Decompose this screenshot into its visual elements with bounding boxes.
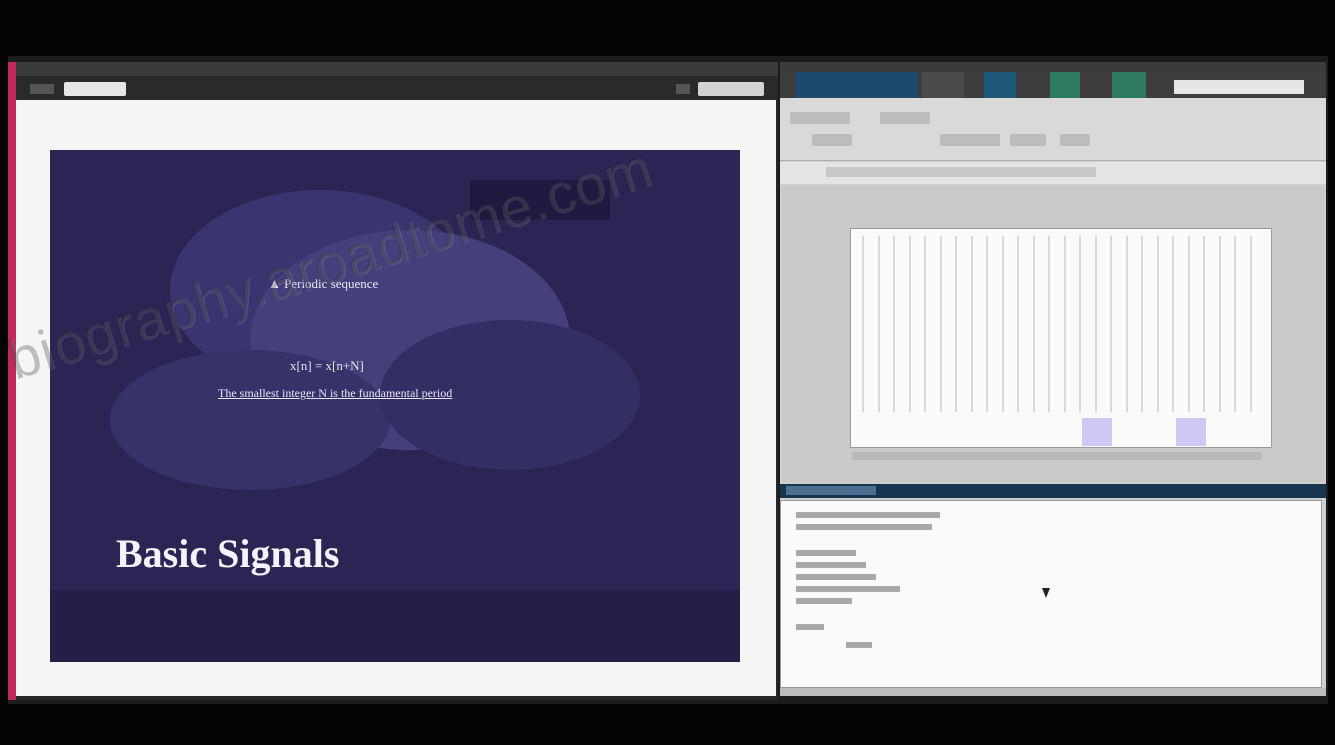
command-output-line (796, 512, 940, 518)
stem-line (1094, 236, 1097, 412)
slide-decoration (50, 590, 740, 662)
stem-line (1218, 236, 1221, 412)
plot-area (850, 228, 1272, 448)
presentation-toolbar (16, 76, 778, 100)
highlight-region (1082, 418, 1112, 446)
stem-line (924, 236, 926, 412)
ribbon (780, 98, 1326, 161)
stem-line (1203, 236, 1205, 412)
command-window-title (786, 486, 876, 495)
stem-line (1187, 236, 1190, 412)
search-dropdown[interactable] (1174, 80, 1304, 94)
stem-line (1172, 236, 1174, 412)
zoom-select[interactable] (698, 82, 764, 96)
ribbon-button[interactable] (940, 134, 1000, 146)
toolbar-tab[interactable] (984, 72, 1016, 98)
slide-title: Basic Signals (116, 531, 340, 576)
zoom-button[interactable] (676, 84, 690, 94)
command-output-line (796, 562, 866, 568)
ribbon-button[interactable] (812, 134, 852, 146)
stem-line (1156, 236, 1159, 412)
ribbon-button[interactable] (1010, 134, 1046, 146)
highlight-region (1176, 418, 1206, 446)
slide-formula: x[n] = x[n+N] (290, 358, 364, 373)
plot-caption (852, 452, 1262, 460)
toolbar-tab[interactable] (922, 72, 964, 98)
stem-line (1048, 236, 1050, 412)
page-input[interactable] (64, 82, 126, 96)
command-output-line (796, 550, 856, 556)
stem-line (1141, 236, 1143, 412)
command-output-line (796, 598, 852, 604)
stem-line (1017, 236, 1019, 412)
stem-line (1079, 236, 1081, 412)
stem-line (862, 236, 864, 412)
stem-line (1110, 236, 1112, 412)
presentation-titlebar (16, 62, 778, 76)
stem-line (1032, 236, 1035, 412)
stem-line (908, 236, 911, 412)
ribbon-button[interactable] (1060, 134, 1090, 146)
ribbon-button[interactable] (880, 112, 930, 124)
stem-line (1063, 236, 1066, 412)
stem-line (1249, 236, 1252, 412)
stem-line (939, 236, 942, 412)
command-output-line (796, 574, 876, 580)
status-bar (780, 688, 1326, 696)
stem-line (893, 236, 895, 412)
ribbon-button[interactable] (790, 112, 850, 124)
toolbar-tab[interactable] (1050, 72, 1080, 98)
stem-line (986, 236, 988, 412)
slide-bullet: The smallest integer N is the fundamenta… (218, 386, 453, 400)
toolbar-tab[interactable] (1112, 72, 1146, 98)
command-output-line (796, 586, 900, 592)
stem-line (1125, 236, 1128, 412)
stem-line (1234, 236, 1236, 412)
mouse-pointer-icon (1042, 588, 1050, 598)
command-output-line (846, 642, 872, 648)
stem-line (970, 236, 973, 412)
analysis-titlebar (780, 62, 1326, 72)
current-folder-path[interactable] (826, 167, 1096, 177)
stem-line (877, 236, 880, 412)
toolbar-button[interactable] (30, 84, 54, 94)
stem-line (955, 236, 957, 412)
command-output-line (796, 624, 824, 630)
command-output-line (796, 524, 932, 530)
toolbar-tab[interactable] (796, 72, 918, 98)
stem-line (1001, 236, 1004, 412)
